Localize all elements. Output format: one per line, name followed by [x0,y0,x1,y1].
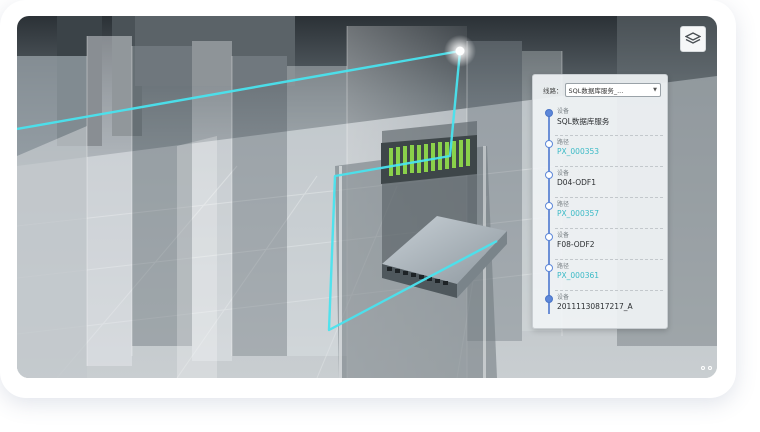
pager-dots-icon [701,366,712,370]
route-panel: 线路： SQL数据库服务_... ▼ 设备 SQL数据库服务 路径 PX_000… [532,74,668,329]
chevron-down-icon: ▼ [653,87,657,93]
route-select-value: SQL数据库服务_... [568,87,624,95]
route-step-type: 设备 [557,294,570,301]
timeline-node-icon [545,295,553,303]
timeline-node-icon [545,140,553,148]
route-selector-row: 线路： SQL数据库服务_... ▼ [543,82,661,98]
pager-dot[interactable] [701,366,705,370]
route-step-value: SQL数据库服务 [557,117,610,126]
route-step-type: 路径 [557,263,570,270]
pager-dot[interactable] [708,366,712,370]
preview-card: 线路： SQL数据库服务_... ▼ 设备 SQL数据库服务 路径 PX_000… [0,0,736,398]
timeline-node-icon [545,264,553,272]
route-step-device: 设备 D04-ODF1 [533,167,667,198]
route-step-type: 路径 [557,139,570,146]
route-step-device: 设备 F08-ODF2 [533,229,667,260]
layers-icon [685,32,701,44]
route-step-path: 路径 PX_000353 [533,136,667,167]
timeline-node-icon [545,171,553,179]
route-label: 线路： [543,87,563,95]
route-step-path: 路径 PX_000357 [533,198,667,229]
timeline-node-icon [545,233,553,241]
route-select[interactable]: SQL数据库服务_... ▼ [564,83,661,97]
route-timeline: 设备 SQL数据库服务 路径 PX_000353 设备 D04-ODF1 路径 … [533,105,667,325]
route-step-value: F08-ODF2 [557,240,595,249]
route-step-device: 设备 20111130817217_A [533,291,667,322]
route-path-link[interactable]: PX_000353 [557,147,599,156]
timeline-node-icon [545,202,553,210]
3d-viewport[interactable]: 线路： SQL数据库服务_... ▼ 设备 SQL数据库服务 路径 PX_000… [17,16,717,378]
route-step-type: 设备 [557,170,570,177]
route-step-type: 设备 [557,108,570,115]
route-step-path: 路径 PX_000361 [533,260,667,291]
route-step-device: 设备 SQL数据库服务 [533,105,667,136]
route-step-type: 路径 [557,201,570,208]
route-step-type: 设备 [557,232,570,239]
route-step-value: D04-ODF1 [557,178,596,187]
route-path-link[interactable]: PX_000357 [557,209,599,218]
layer-toggle-button[interactable] [680,26,706,52]
route-step-value: 20111130817217_A [557,302,633,311]
timeline-node-icon [545,109,553,117]
route-path-link[interactable]: PX_000361 [557,271,599,280]
